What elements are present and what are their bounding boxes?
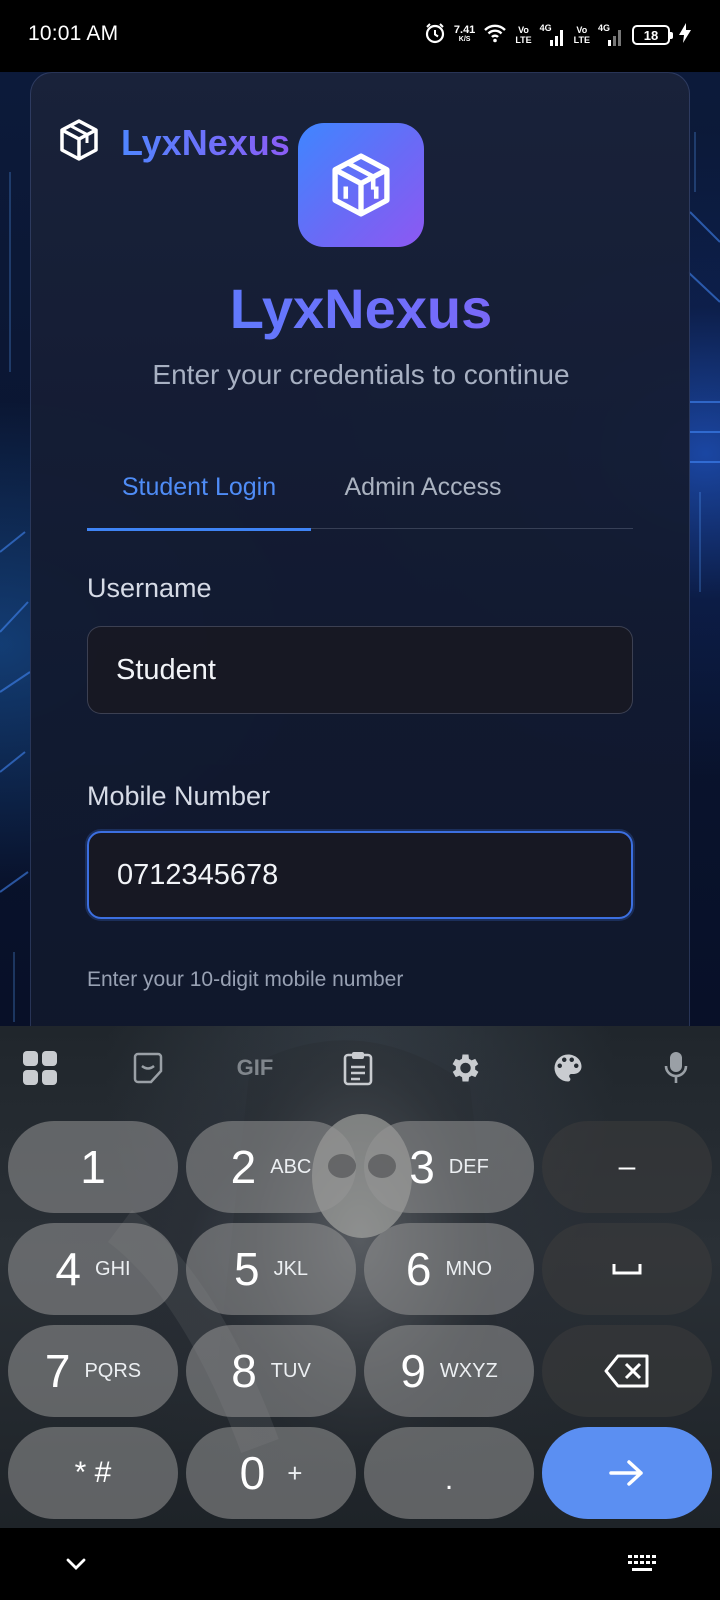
signal-icon: 4G: [540, 23, 566, 47]
key-backspace[interactable]: [542, 1325, 712, 1417]
apps-grid-icon[interactable]: [18, 1046, 62, 1090]
mobile-number-label: Mobile Number: [87, 781, 271, 811]
status-time: 10:01 AM: [28, 22, 119, 45]
mobile-number-hint: Enter your 10-digit mobile number: [87, 968, 404, 991]
page-subtitle: Enter your credentials to continue: [152, 359, 570, 390]
key-3[interactable]: 3 DEF: [364, 1121, 534, 1213]
username-label: Username: [87, 573, 212, 603]
cube-logo-icon: [59, 119, 99, 166]
key-dot[interactable]: .: [364, 1427, 534, 1519]
key-7[interactable]: 7 PQRS: [8, 1325, 178, 1417]
key-6[interactable]: 6 MNO: [364, 1223, 534, 1315]
arrow-right-icon: [609, 1460, 643, 1486]
mic-icon[interactable]: [654, 1046, 698, 1090]
key-5[interactable]: 5 JKL: [186, 1223, 356, 1315]
sticker-icon[interactable]: [126, 1046, 170, 1090]
app-background: LyxNexus LyxNexus Enter your credentials…: [0, 72, 720, 1026]
palette-icon[interactable]: [546, 1046, 590, 1090]
brand-name: LyxNexus: [121, 121, 290, 163]
page-title: LyxNexus: [31, 276, 689, 341]
username-input[interactable]: Student: [87, 626, 633, 714]
settings-icon[interactable]: [442, 1046, 486, 1090]
backspace-icon: [604, 1354, 649, 1388]
numeric-keyboard: GIF 1 2 ABC 3 DEF – 4 GHI 5 JKL 6 MNO 7 …: [0, 1026, 720, 1528]
charging-icon: [678, 22, 692, 49]
mobile-number-input[interactable]: 0712345678: [87, 831, 633, 919]
sim1-volte: Vo LTE: [515, 25, 532, 45]
key-8[interactable]: 8 TUV: [186, 1325, 356, 1417]
sim2-volte: Vo LTE: [573, 25, 590, 45]
tab-admin-access[interactable]: Admin Access: [323, 473, 523, 529]
battery-icon: 18: [632, 25, 673, 45]
signal-icon: 4G: [598, 23, 624, 47]
space-icon: [612, 1264, 642, 1275]
key-space[interactable]: [542, 1223, 712, 1315]
keyboard-switch-icon[interactable]: [622, 1546, 662, 1582]
key-star-hash[interactable]: * #: [8, 1427, 178, 1519]
status-bar: 10:01 AM 7.41 K/S Vo LTE 4G Vo LTE 4G 18: [0, 0, 720, 72]
key-enter[interactable]: [542, 1427, 712, 1519]
key-9[interactable]: 9 WXYZ: [364, 1325, 534, 1417]
clipboard-icon[interactable]: [336, 1046, 380, 1090]
navigation-bar: [0, 1528, 720, 1600]
tab-student-login[interactable]: Student Login: [87, 473, 311, 531]
login-card: LyxNexus LyxNexus Enter your credentials…: [30, 72, 690, 1026]
key-0[interactable]: 0 +: [186, 1427, 356, 1519]
app-logo: [298, 123, 424, 247]
gif-icon[interactable]: GIF: [230, 1046, 280, 1090]
login-tabs: Student Login Admin Access: [87, 473, 633, 531]
key-2[interactable]: 2 ABC: [186, 1121, 356, 1213]
key-1[interactable]: 1: [8, 1121, 178, 1213]
status-icons: 7.41 K/S Vo LTE 4G Vo LTE 4G 18: [424, 20, 692, 50]
network-speed: 7.41 K/S: [453, 24, 476, 44]
keyboard-toolbar: GIF: [0, 1026, 720, 1106]
alarm-icon: [424, 22, 446, 49]
key-4[interactable]: 4 GHI: [8, 1223, 178, 1315]
wifi-icon: [483, 23, 507, 48]
cube-icon: [332, 153, 390, 217]
key-minus[interactable]: –: [542, 1121, 712, 1213]
hide-keyboard-chevron-icon[interactable]: [56, 1546, 96, 1582]
brand-header: LyxNexus: [59, 119, 290, 166]
